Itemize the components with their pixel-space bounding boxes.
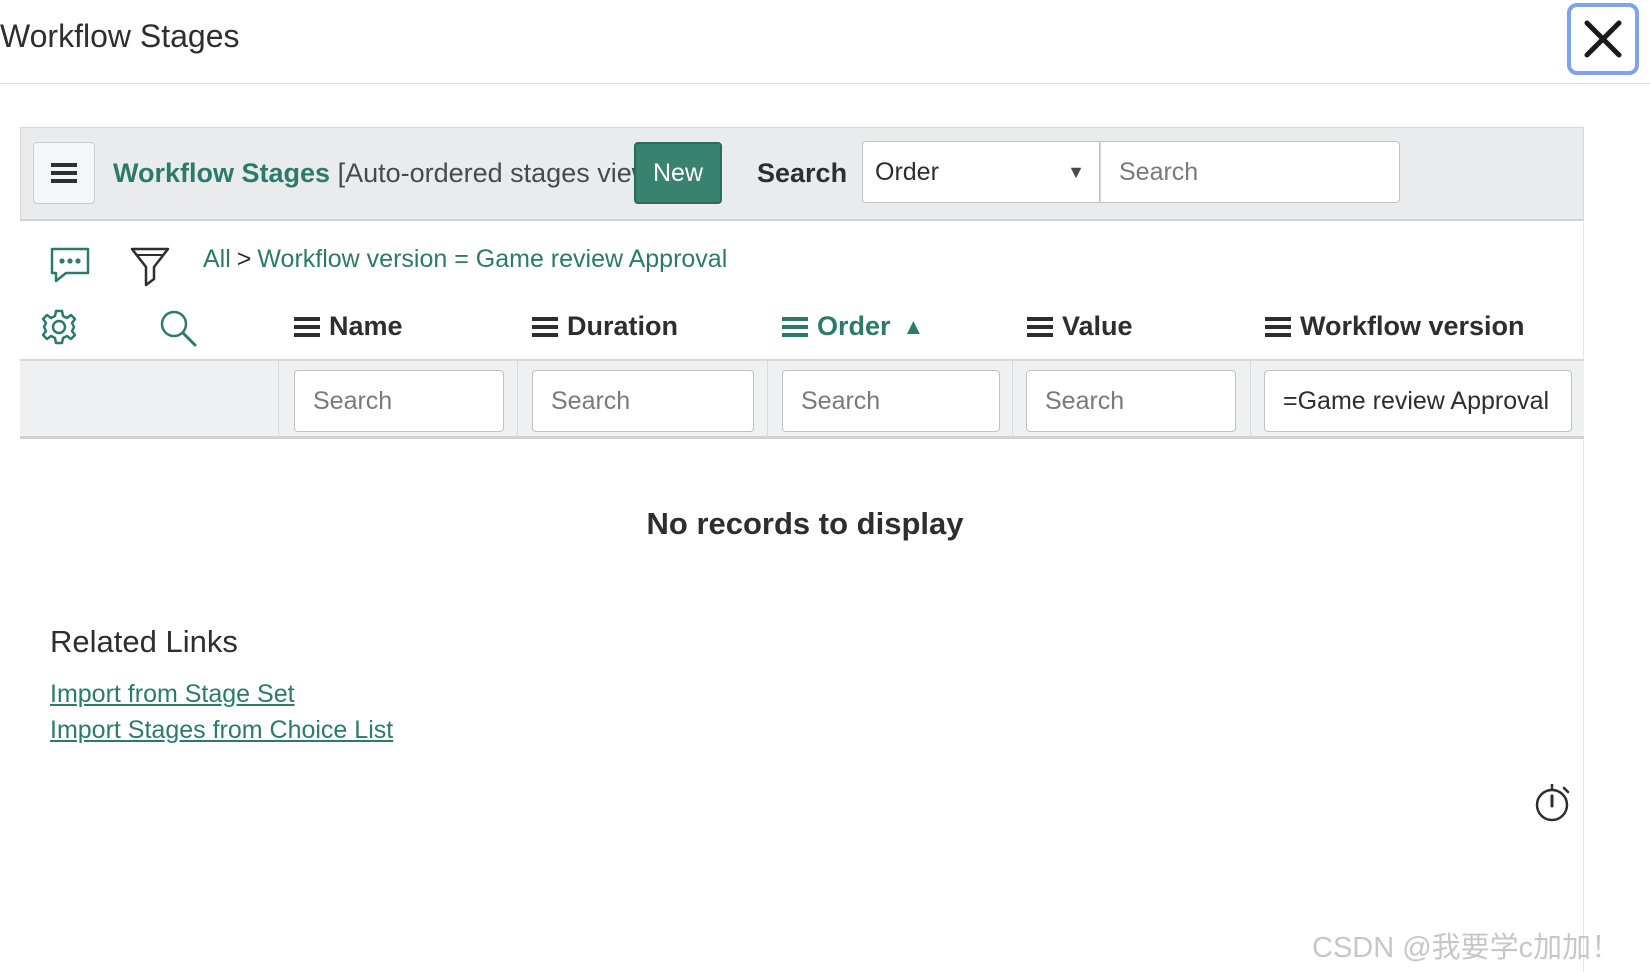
column-search-row: Search Search Search Search =Game review… <box>20 359 1584 439</box>
dialog-header: Workflow Stages <box>0 0 1650 84</box>
filter-button[interactable] <box>130 245 170 294</box>
search-field-value: Order <box>875 157 939 186</box>
breadcrumb-separator: > <box>236 245 252 273</box>
hamburger-icon <box>51 163 77 183</box>
column-divider <box>767 361 768 438</box>
activity-stream-button[interactable] <box>48 245 92 290</box>
search-label: Search <box>757 158 848 188</box>
column-header-order[interactable]: Order ▲ <box>782 311 924 342</box>
value-search-input[interactable]: Search <box>1026 370 1236 432</box>
related-links-title: Related Links <box>50 624 238 659</box>
workflow-version-search-input[interactable]: =Game review Approval <box>1264 370 1572 432</box>
column-divider <box>517 361 518 438</box>
dropdown-caret-icon: ▼ <box>1067 162 1085 182</box>
sort-ascending-icon: ▲ <box>902 313 925 339</box>
search-field-select[interactable]: Order ▼ <box>862 141 1100 203</box>
list-toolbar: Workflow Stages [Auto-ordered stages vie… <box>20 127 1584 221</box>
column-header-value[interactable]: Value <box>1027 311 1133 342</box>
import-from-stage-set-link[interactable]: Import from Stage Set <box>50 680 295 709</box>
column-label: Duration <box>567 311 678 341</box>
comment-bubble-icon <box>50 247 90 283</box>
funnel-icon <box>130 247 170 287</box>
column-menu-icon <box>1027 313 1053 341</box>
column-label: Workflow version <box>1300 311 1525 341</box>
breadcrumb-all[interactable]: All <box>203 245 231 273</box>
list-title: Workflow Stages [Auto-ordered stages vie… <box>113 158 659 189</box>
breadcrumb-filter[interactable]: Workflow version = Game review Approval <box>257 245 727 273</box>
close-button[interactable] <box>1567 3 1639 75</box>
column-divider <box>1250 361 1251 438</box>
name-search-input[interactable]: Search <box>294 370 504 432</box>
duration-search-input[interactable]: Search <box>532 370 754 432</box>
breadcrumb: All > Workflow version = Game review Appro… <box>203 245 727 274</box>
empty-state-message: No records to display <box>646 506 964 541</box>
column-divider <box>278 361 279 438</box>
column-menu-icon <box>1265 313 1291 341</box>
order-search-input[interactable]: Search <box>782 370 1000 432</box>
watermark: CSDN @我要学c加加！ <box>1312 932 1621 964</box>
gear-icon <box>41 309 77 345</box>
stopwatch-icon <box>1535 784 1570 822</box>
column-label: Value <box>1062 311 1133 341</box>
column-menu-icon <box>294 313 320 341</box>
list-settings-button[interactable] <box>40 308 78 351</box>
column-header-workflow-version[interactable]: Workflow version <box>1265 311 1525 342</box>
column-divider <box>1012 361 1013 438</box>
response-time-button[interactable] <box>1532 780 1572 829</box>
view-label: [Auto-ordered stages view] <box>337 158 659 188</box>
import-stages-from-choice-list-link[interactable]: Import Stages from Choice List <box>50 716 393 745</box>
new-button[interactable]: New <box>634 142 722 204</box>
toggle-search-button[interactable] <box>158 308 198 353</box>
column-menu-icon <box>782 313 808 341</box>
search-icon <box>160 310 197 347</box>
list-search-input[interactable]: Search <box>1100 141 1400 203</box>
column-header-name[interactable]: Name <box>294 311 403 342</box>
column-label: Name <box>329 311 403 341</box>
dialog-title: Workflow Stages <box>0 18 240 54</box>
column-label: Order <box>817 311 891 341</box>
panel-edge <box>1583 126 1612 972</box>
column-header-duration[interactable]: Duration <box>532 311 678 342</box>
list-name: Workflow Stages <box>113 158 331 188</box>
close-icon <box>1584 20 1622 58</box>
list-menu-button[interactable] <box>33 142 95 204</box>
column-menu-icon <box>532 313 558 341</box>
